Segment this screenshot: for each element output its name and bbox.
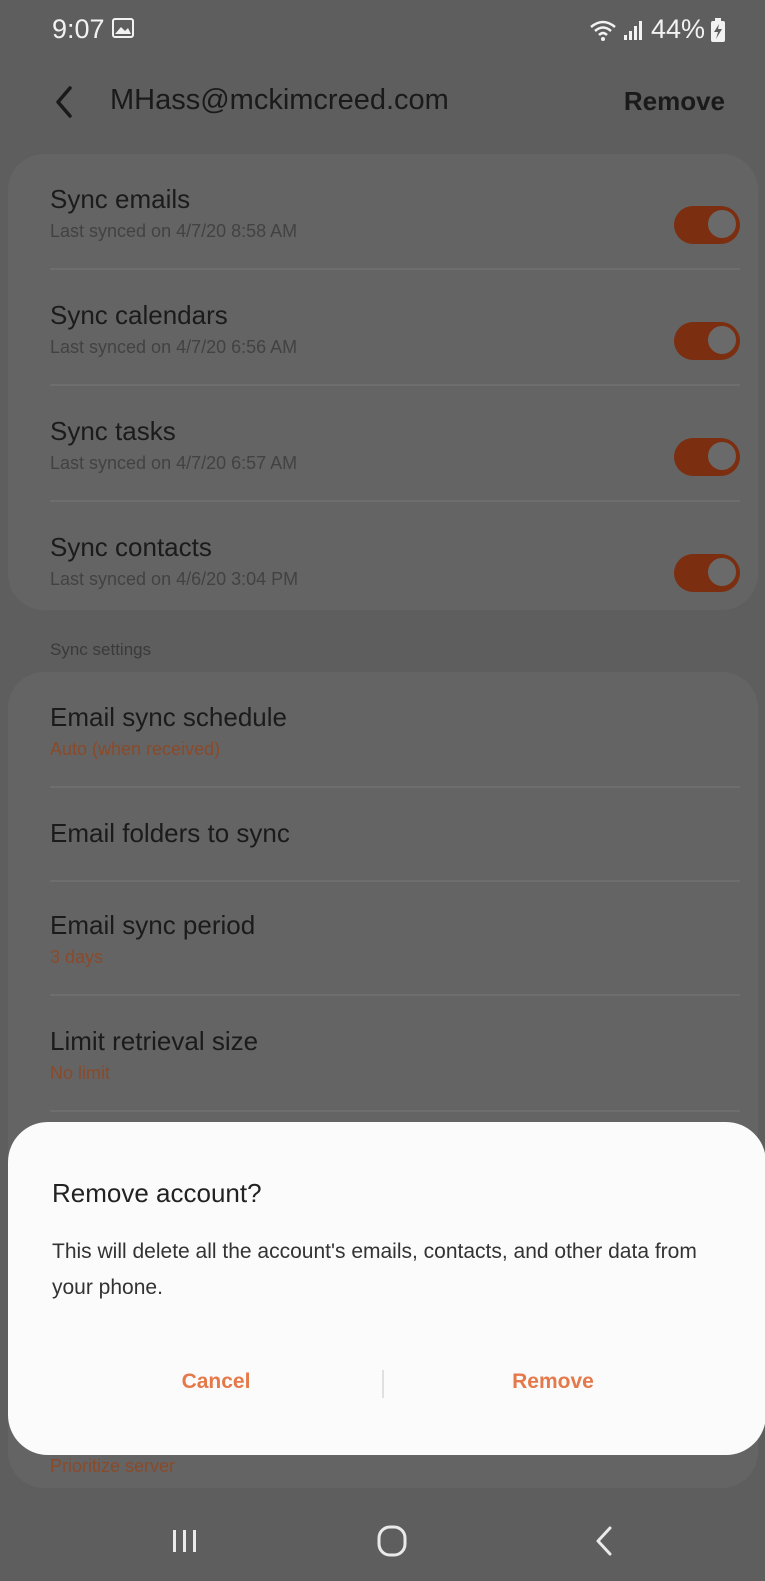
remove-account-dialog: Remove account? This will delete all the… bbox=[8, 1122, 765, 1455]
email-sync-period-label: Email sync period bbox=[50, 910, 256, 940]
sync-emails-label: Sync emails bbox=[50, 184, 191, 214]
status-bar: 9:07 44% bbox=[0, 0, 765, 64]
sync-contacts-subtitle: Last synced on 4/6/20 3:04 PM bbox=[50, 569, 299, 589]
sync-tasks-label: Sync tasks bbox=[50, 416, 176, 446]
chevron-left-icon[interactable] bbox=[50, 84, 80, 120]
email-sync-schedule-value: Auto (when received) bbox=[50, 739, 221, 759]
toggle-knob bbox=[706, 440, 738, 472]
email-folders-label: Email folders to sync bbox=[50, 818, 290, 848]
limit-retrieval-size-label: Limit retrieval size bbox=[50, 1026, 259, 1056]
confirm-remove-button[interactable]: Remove bbox=[383, 1370, 723, 1394]
email-sync-period-row[interactable]: Email sync period 3 days bbox=[50, 910, 740, 996]
sync-tasks-toggle[interactable] bbox=[674, 438, 740, 476]
battery-charging-icon bbox=[711, 17, 725, 42]
navigation-bar bbox=[0, 1500, 765, 1581]
email-sync-schedule-label: Email sync schedule bbox=[50, 702, 287, 732]
sync-calendars-label: Sync calendars bbox=[50, 300, 228, 330]
sync-settings-header: Sync settings bbox=[50, 640, 152, 659]
sync-calendars-subtitle: Last synced on 4/7/20 6:56 AM bbox=[50, 337, 298, 357]
cancel-button[interactable]: Cancel bbox=[46, 1370, 386, 1394]
limit-retrieval-size-value: No limit bbox=[50, 1063, 111, 1083]
recent-apps-icon[interactable] bbox=[160, 1520, 210, 1562]
sync-contacts-toggle[interactable] bbox=[674, 554, 740, 592]
sync-contacts-label: Sync contacts bbox=[50, 532, 212, 562]
email-folders-row[interactable]: Email folders to sync bbox=[50, 818, 740, 882]
remove-account-button[interactable]: Remove bbox=[624, 86, 725, 117]
battery-percent: 44% bbox=[650, 14, 705, 44]
toggle-knob bbox=[706, 208, 738, 240]
back-icon[interactable] bbox=[580, 1520, 630, 1562]
sync-tasks-row[interactable]: Sync tasks Last synced on 4/7/20 6:57 AM bbox=[50, 416, 740, 502]
app-bar: MHass@mckimcreed.com Remove bbox=[0, 70, 765, 134]
sync-calendars-row[interactable]: Sync calendars Last synced on 4/7/20 6:5… bbox=[50, 300, 740, 386]
sync-toggles-card: Sync emails Last synced on 4/7/20 8:58 A… bbox=[8, 154, 758, 610]
sync-emails-subtitle: Last synced on 4/7/20 8:58 AM bbox=[50, 221, 298, 241]
wifi-icon bbox=[590, 20, 616, 41]
sync-emails-row[interactable]: Sync emails Last synced on 4/7/20 8:58 A… bbox=[50, 184, 740, 270]
toggle-knob bbox=[706, 324, 738, 356]
signal-icon bbox=[623, 20, 642, 40]
gallery-icon bbox=[112, 18, 134, 38]
dialog-message: This will delete all the account's email… bbox=[52, 1240, 697, 1299]
sync-calendars-toggle[interactable] bbox=[674, 322, 740, 360]
home-icon[interactable] bbox=[367, 1520, 417, 1562]
toggle-knob bbox=[706, 556, 738, 588]
email-sync-period-value: 3 days bbox=[50, 947, 104, 967]
sync-emails-toggle[interactable] bbox=[674, 206, 740, 244]
status-time: 9:07 bbox=[52, 14, 105, 44]
sync-contacts-row[interactable]: Sync contacts Last synced on 4/6/20 3:04… bbox=[50, 532, 740, 592]
sync-conflict-value: Prioritize server bbox=[50, 1456, 176, 1476]
sync-conflict-row[interactable]: Prioritize server bbox=[50, 1456, 740, 1482]
dialog-title: Remove account? bbox=[52, 1178, 262, 1208]
status-icons: 44% bbox=[589, 14, 725, 45]
email-sync-schedule-row[interactable]: Email sync schedule Auto (when received) bbox=[50, 702, 740, 788]
sync-tasks-subtitle: Last synced on 4/7/20 6:57 AM bbox=[50, 453, 298, 473]
account-title: MHass@mckimcreed.com bbox=[110, 84, 449, 116]
limit-retrieval-size-row[interactable]: Limit retrieval size No limit bbox=[50, 1026, 740, 1112]
